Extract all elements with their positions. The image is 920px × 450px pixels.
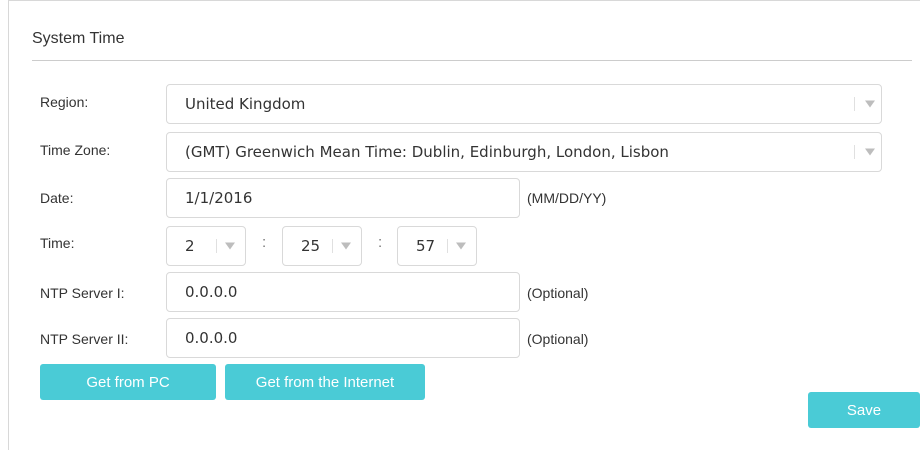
second-select[interactable]: 57: [397, 226, 477, 266]
chevron-down-icon[interactable]: [865, 148, 875, 156]
second-select-divider: [447, 239, 448, 253]
date-input[interactable]: 1/1/2016: [166, 178, 520, 218]
region-value: United Kingdom: [185, 95, 306, 113]
hour-select[interactable]: 2: [166, 226, 246, 266]
ntp-server-2-value: 0.0.0.0: [185, 329, 238, 347]
ntp-server-1-value: 0.0.0.0: [185, 283, 238, 301]
time-separator: :: [262, 234, 267, 251]
timezone-select[interactable]: (GMT) Greenwich Mean Time: Dublin, Edinb…: [166, 132, 882, 172]
section-title: System Time: [32, 30, 125, 47]
timezone-value: (GMT) Greenwich Mean Time: Dublin, Edinb…: [185, 143, 669, 161]
chevron-down-icon[interactable]: [225, 242, 235, 250]
title-divider: [32, 60, 912, 61]
region-select-divider: [854, 97, 855, 111]
minute-select-divider: [332, 239, 333, 253]
second-value: 57: [416, 237, 436, 255]
region-label: Region:: [40, 94, 89, 110]
time-label: Time:: [40, 235, 75, 251]
timezone-label: Time Zone:: [40, 142, 111, 158]
chevron-down-icon[interactable]: [456, 242, 466, 250]
chevron-down-icon[interactable]: [865, 100, 875, 108]
hour-select-divider: [216, 239, 217, 253]
ntp-server-2-label: NTP Server II:: [40, 331, 129, 347]
get-from-internet-button[interactable]: Get from the Internet: [225, 364, 425, 400]
ntp-server-1-label: NTP Server I:: [40, 285, 125, 301]
hour-value: 2: [185, 237, 195, 255]
region-select[interactable]: United Kingdom: [166, 84, 882, 124]
minute-value: 25: [301, 237, 321, 255]
get-from-pc-button[interactable]: Get from PC: [40, 364, 216, 400]
minute-select[interactable]: 25: [282, 226, 362, 266]
ntp-server-1-input[interactable]: 0.0.0.0: [166, 272, 520, 312]
chevron-down-icon[interactable]: [341, 242, 351, 250]
date-value: 1/1/2016: [185, 189, 253, 207]
ntp-server-2-input[interactable]: 0.0.0.0: [166, 318, 520, 358]
date-label: Date:: [40, 190, 74, 206]
timezone-select-divider: [854, 145, 855, 159]
ntp-server-1-hint: (Optional): [527, 285, 589, 301]
time-separator: :: [378, 234, 383, 251]
save-button[interactable]: Save: [808, 392, 920, 428]
ntp-server-2-hint: (Optional): [527, 331, 589, 347]
date-format-hint: (MM/DD/YY): [527, 190, 607, 206]
